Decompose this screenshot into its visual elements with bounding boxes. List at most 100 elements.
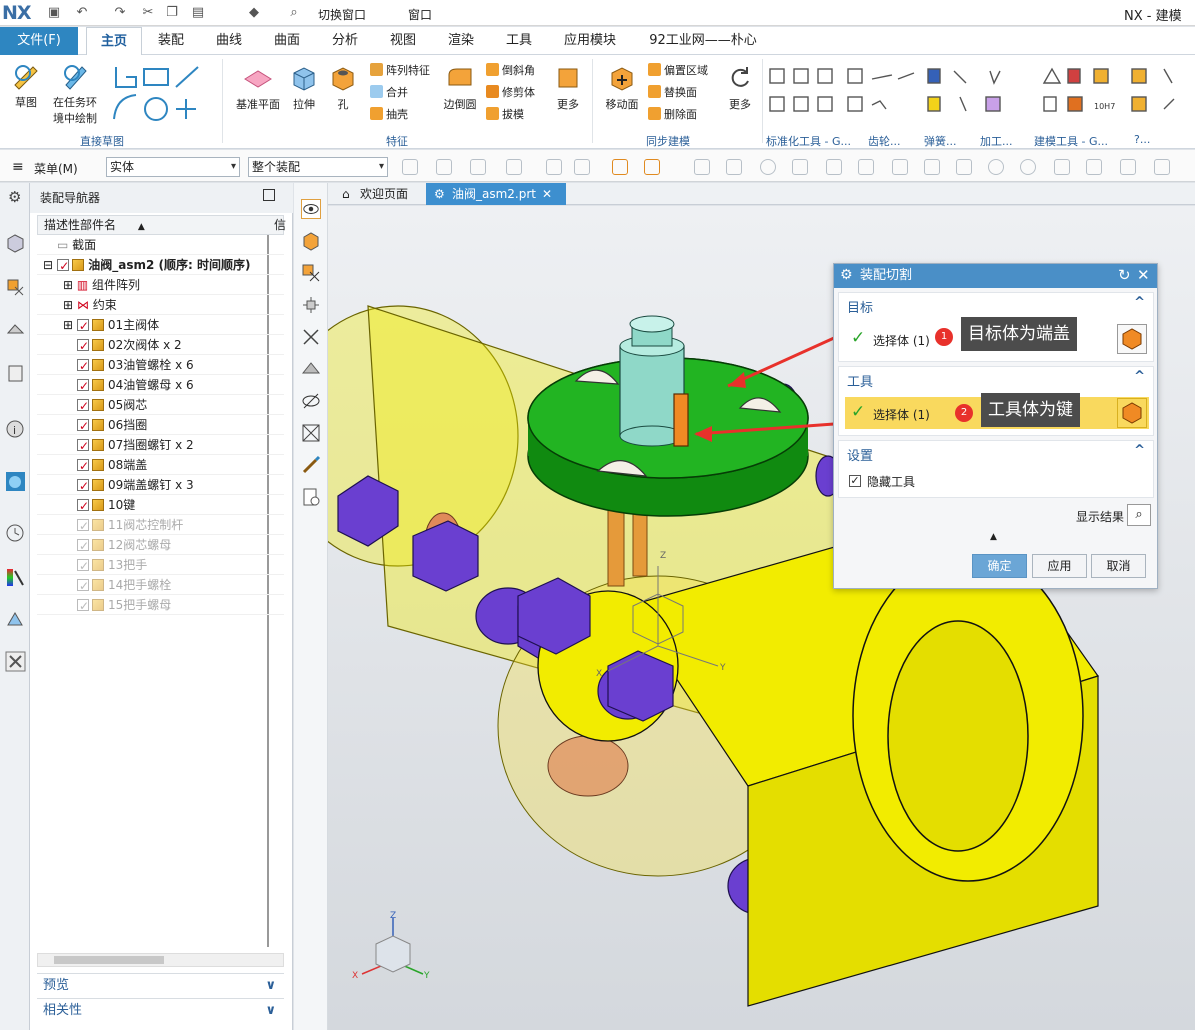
part-nav-icon[interactable] [5,319,26,340]
new-doc-icon[interactable] [301,487,321,507]
tree-row-part[interactable]: 06挡圈 [37,415,284,436]
cube-view-icon[interactable] [694,159,710,175]
crosshair-icon[interactable] [760,159,776,175]
move-face-button[interactable]: 移动面 [600,63,644,112]
tree-row-part[interactable]: 11阀芯控制杆 [37,515,284,536]
tree-row-part[interactable]: 12阀芯螺母 [37,535,284,556]
snap-curve-icon[interactable] [858,159,874,175]
hide-icon[interactable] [301,391,321,411]
snap-end-icon[interactable] [826,159,842,175]
menu-button[interactable]: 菜单(M) [34,160,78,177]
snap-point-icon[interactable] [1054,159,1070,175]
tool-section-header[interactable]: 工具 [847,371,873,390]
delete-face-button[interactable]: 删除面 [648,107,697,122]
reuse-library-icon[interactable] [5,363,26,384]
snap-face-icon[interactable] [1120,159,1136,175]
expand-icon[interactable]: ▲ [990,532,997,542]
tab-home[interactable]: 主页 [86,27,142,55]
unite-button[interactable]: 合并 [370,85,408,100]
command-finder-icon[interactable]: ⌕ [286,5,302,21]
tools-icon[interactable] [5,651,26,672]
edge-blend-button[interactable]: 边倒圆 [440,63,480,112]
datum-plane-button[interactable]: 基准平面 [232,63,284,112]
snap-line-icon[interactable] [792,159,808,175]
select-icon[interactable] [546,159,562,175]
ok-button[interactable]: 确定 [972,554,1027,578]
reset-icon[interactable]: ↻ [1118,266,1131,284]
snap-icon[interactable] [402,159,418,175]
eye-icon[interactable] [301,199,321,219]
tree-row-part[interactable]: 15把手螺母 [37,595,284,616]
tree-row-part[interactable]: 03油管螺栓 x 6 [37,355,284,376]
tree-row-root[interactable]: ⊟ 油阀_asm2 (顺序: 时间顺序) [37,255,284,276]
close-tab-icon[interactable]: ✕ [542,187,552,201]
tab-tools[interactable]: 工具 [494,27,544,55]
copy-icon[interactable]: ❐ [164,5,180,21]
info-icon[interactable]: i [5,419,26,440]
tree-row-part[interactable]: 07挡圈螺钉 x 2 [37,435,284,456]
tree-row-part[interactable]: 04油管螺母 x 6 [37,375,284,396]
scroll-thumb[interactable] [54,956,164,964]
tab-view[interactable]: 视图 [378,27,428,55]
tab-application[interactable]: 应用模块 [556,27,624,55]
tab-surface[interactable]: 曲面 [262,27,312,55]
select2-icon[interactable] [574,159,590,175]
replace-face-button[interactable]: 替换面 [648,85,697,100]
history-icon[interactable] [5,523,26,544]
snap-circle-icon[interactable] [988,159,1004,175]
process-icon[interactable] [5,609,26,630]
constraint-nav-icon[interactable] [5,277,26,298]
filter-icon[interactable] [436,159,452,175]
close-view-icon[interactable] [301,327,321,347]
collapse-icon[interactable]: ^ [1134,369,1145,384]
apply-button[interactable]: 应用 [1032,554,1087,578]
menu-icon[interactable]: ≡ [12,159,24,175]
draft-button[interactable]: 拔模 [486,107,524,122]
tool-body-cube-icon[interactable] [1117,398,1147,428]
tab-analysis[interactable]: 分析 [320,27,370,55]
close-icon[interactable]: ✕ [1137,266,1150,284]
cut-icon[interactable]: ✂ [140,5,156,21]
extrude-button[interactable]: 拉伸 [284,63,324,112]
tree-row-constraints[interactable]: ⊞ ⋈ 约束 [37,295,284,315]
collapse-icon[interactable]: ^ [1134,295,1145,310]
pattern-feature-button[interactable]: 阵列特征 [370,63,430,78]
trim-body-button[interactable]: 修剪体 [486,85,535,100]
target-select-row[interactable]: ✓ 选择体 (1) 1 目标体为端盖 [845,317,1149,355]
cancel-button[interactable]: 取消 [1091,554,1146,578]
tree-row-part[interactable]: ⊞ 01主阀体 [37,315,284,336]
palette-icon[interactable] [5,567,26,588]
tab-curve[interactable]: 曲线 [204,27,254,55]
selection-scope-dropdown[interactable]: 整个装配 [248,157,388,177]
assembly-cut-icon[interactable] [301,231,321,251]
redo-icon[interactable]: ↷ [112,5,128,21]
tree-row-part[interactable]: 08端盖 [37,455,284,476]
tree-row-part[interactable]: 02次阀体 x 2 [37,335,284,356]
switch-window-button[interactable]: 切换窗口 [318,6,366,23]
move-component-icon[interactable] [301,295,321,315]
box-select-icon[interactable] [644,159,660,175]
tool-select-row[interactable]: ✓ 选择体 (1) 2 工具体为键 [845,393,1149,429]
sketch-button[interactable]: 草图 [6,61,46,110]
snap-center-icon[interactable] [1020,159,1036,175]
settings-section-header[interactable]: 设置 [847,445,873,464]
gear-icon[interactable]: ⚙ [8,188,21,206]
show-result-search-icon[interactable]: ⌕ [1127,504,1151,526]
tab-part-file[interactable]: ⚙ 油阀_asm2.prt ✕ [426,183,566,205]
paste-icon[interactable]: ▤ [190,5,206,21]
constraint-icon[interactable] [301,263,321,283]
snap-face2-icon[interactable] [1154,159,1170,175]
tree-row-part[interactable]: 05阀芯 [37,395,284,416]
tree-row-part[interactable]: 13把手 [37,555,284,576]
extension-tool-icons[interactable]: 10H7 [768,65,1192,121]
tab-file[interactable]: 文件(F) [0,27,78,55]
type-filter-dropdown[interactable]: 实体 [106,157,240,177]
tree-row-component-pattern[interactable]: ⊞ ▥ 组件阵列 [37,275,284,295]
tree-row-part[interactable]: 14把手螺栓 [37,575,284,596]
brush-icon[interactable] [301,455,321,475]
cube-view2-icon[interactable] [726,159,742,175]
sort-ascending-icon[interactable]: ▲ [138,222,145,232]
undo-icon[interactable]: ↶ [74,5,90,21]
funnel2-icon[interactable] [506,159,522,175]
tab-assembly[interactable]: 装配 [146,27,196,55]
